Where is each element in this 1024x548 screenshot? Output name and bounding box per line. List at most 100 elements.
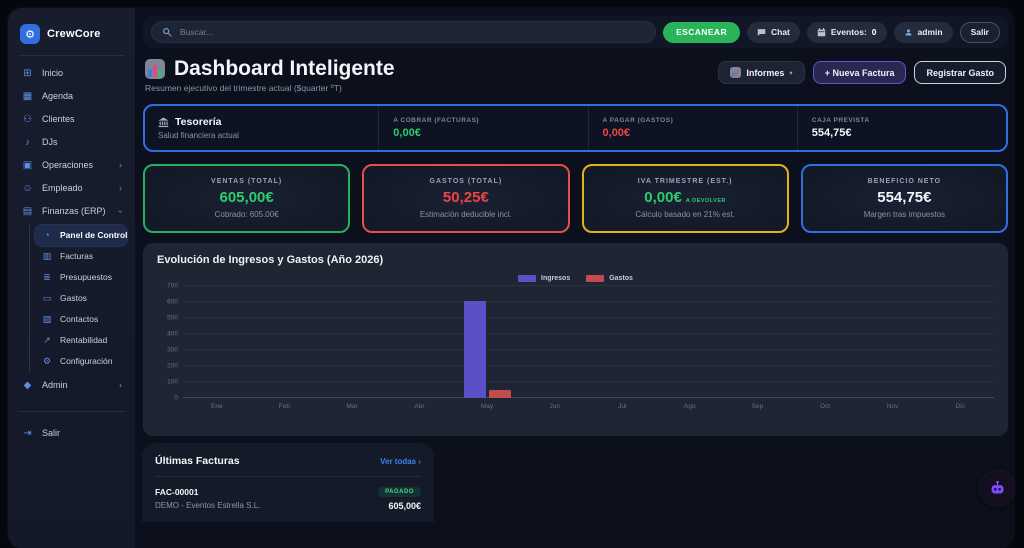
chart-x-axis: EneFebMarAbrMayJunJulAgoSepOctNovDic <box>183 403 994 410</box>
invoice-amount: 605,00€ <box>388 501 421 511</box>
bars-layer <box>183 286 994 398</box>
app-logo[interactable]: ⚙ CrewCore <box>8 18 135 55</box>
bank-icon <box>158 117 169 128</box>
month-slot-feb <box>251 286 319 398</box>
invoice-number: FAC-00001 <box>155 487 198 497</box>
kpi-subtext: Cálculo basado en 21% est. <box>635 210 735 219</box>
treasury-summary: Tesorería Salud financiera actual <box>145 106 378 150</box>
kpi-label: BENEFICIO NETO <box>868 178 941 185</box>
topbar-logout-button[interactable]: Salir <box>960 22 1000 43</box>
gauge-icon: ◔ <box>41 231 53 240</box>
x-tick-label: Ene <box>183 403 251 410</box>
kpi-value-row: 50,25€ <box>443 190 489 205</box>
home-icon: ⊞ <box>21 69 34 79</box>
events-button[interactable]: Eventos: 0 <box>807 22 887 43</box>
chevron-right-icon: › <box>119 161 122 170</box>
user-label: admin <box>918 27 943 37</box>
sidebar-item-label: Salir <box>42 429 60 438</box>
sidebar-item-label: Contactos <box>60 315 98 324</box>
legend-swatch <box>586 275 604 282</box>
invoice-status-badge: PAGADO <box>378 487 421 497</box>
month-slot-mar <box>318 286 386 398</box>
finanzas-submenu: ◔ Panel de Control ▥Facturas≣Presupuestos▭… <box>29 225 127 372</box>
sidebar-item-label: Admin <box>42 381 68 390</box>
sidebar-item-admin[interactable]: ◆Admin› <box>16 374 127 397</box>
kpi-card-iva-trimestre-est: IVA TRIMESTRE (EST.)0,00€A DEVOLVERCálcu… <box>582 164 789 233</box>
music-icon: ♪ <box>21 138 34 148</box>
sidebar-item-agenda[interactable]: ▦Agenda <box>16 85 127 108</box>
sidebar-item-salir[interactable]: ⇥Salir <box>16 422 127 445</box>
sidebar-item-contactos[interactable]: ▧Contactos <box>35 309 127 330</box>
view-all-invoices-link[interactable]: Ver todas › <box>380 457 421 466</box>
sidebar-item-label: Clientes <box>42 115 75 124</box>
legend-label: Gastos <box>609 275 633 282</box>
sidebar-divider <box>18 411 125 412</box>
sidebar-item-operaciones[interactable]: ▣Operaciones› <box>16 154 127 177</box>
kpi-subtext: Cobrado: 605.00€ <box>215 210 279 219</box>
invoice-row[interactable]: FAC-00001 PAGADO DEMO - Eventos Estrella S… <box>155 477 421 511</box>
y-tick-label: 400 <box>167 331 178 338</box>
sidebar-item-djs[interactable]: ♪DJs <box>16 131 127 154</box>
sidebar-item-label: Configuración <box>60 357 112 366</box>
sidebar-item-label: Rentabilidad <box>60 336 107 345</box>
sidebar-item-rentabilidad[interactable]: ↗Rentabilidad <box>35 330 127 351</box>
chat-button[interactable]: Chat <box>747 22 800 43</box>
sidebar-item-gastos[interactable]: ▭Gastos <box>35 288 127 309</box>
sidebar-item-inicio[interactable]: ⊞Inicio <box>16 62 127 85</box>
y-tick-label: 700 <box>167 283 178 290</box>
y-tick-label: 500 <box>167 315 178 322</box>
bar-chart-icon <box>145 59 165 79</box>
x-tick-label: Nov <box>859 403 927 410</box>
kpi-value: 554,75€ <box>877 190 931 205</box>
metric-value: 554,75€ <box>812 128 992 139</box>
bank-icon: ▤ <box>21 207 34 217</box>
search-input[interactable] <box>178 26 645 38</box>
nueva-factura-button[interactable]: + Nueva Factura <box>813 61 907 84</box>
bar-gastos-may[interactable] <box>489 390 511 398</box>
sidebar-item-configuracion[interactable]: ⚙ Configuración <box>35 351 127 372</box>
sidebar-item-finanzas-erp[interactable]: ▤ Finanzas (ERP) › <box>16 200 127 223</box>
invoice-row-bottom: DEMO - Eventos Estrella S.L. 605,00€ <box>155 501 421 511</box>
kpi-label: VENTAS (TOTAL) <box>211 178 282 185</box>
month-slot-abr <box>386 286 454 398</box>
invoices-card: Últimas Facturas Ver todas › FAC-00001PA… <box>143 444 433 521</box>
informes-dropdown-button[interactable]: Informes ▾ <box>718 61 804 84</box>
registrar-gasto-button[interactable]: Registrar Gasto <box>914 61 1006 84</box>
x-tick-label: Ago <box>656 403 724 410</box>
legend-ingresos: Ingresos <box>518 275 570 282</box>
chevron-down-icon: › <box>116 210 125 213</box>
settings-gear-icon: ⚙ <box>41 357 53 366</box>
sidebar-bottom: ⇥Salir <box>8 411 135 459</box>
informes-label: Informes <box>746 68 784 78</box>
sidebar-item-label: Finanzas (ERP) <box>42 207 106 216</box>
legend-label: Ingresos <box>541 275 570 282</box>
month-slot-jul <box>588 286 656 398</box>
sidebar-item-empleado[interactable]: ☺Empleado› <box>16 177 127 200</box>
treasury-subtitle: Salud financiera actual <box>158 131 365 140</box>
sidebar-nav: ⊞Inicio▦Agenda⚇Clientes♪DJs▣Operaciones›… <box>8 56 135 397</box>
sidebar-item-presupuestos[interactable]: ≣Presupuestos <box>35 267 127 288</box>
bar-ingresos-may[interactable] <box>464 301 486 398</box>
events-label: Eventos: <box>831 27 867 37</box>
sidebar-item-label: Panel de Control <box>60 231 128 240</box>
month-slot-nov <box>859 286 927 398</box>
scan-button[interactable]: ESCANEAR <box>663 22 740 43</box>
calendar-icon: ▦ <box>21 92 34 102</box>
x-tick-label: Jun <box>521 403 589 410</box>
topbar: ESCANEAR Chat Eventos: 0 admin Salir <box>143 16 1008 48</box>
chart-title: Evolución de Ingresos y Gastos (Año 2026… <box>157 254 994 266</box>
kpi-card-ventas-total: VENTAS (TOTAL) 605,00€ Cobrado: 605.00€ <box>143 164 350 233</box>
kpi-value-row: 554,75€ <box>877 190 931 205</box>
x-tick-label: Feb <box>251 403 319 410</box>
sidebar-item-clientes[interactable]: ⚇Clientes <box>16 108 127 131</box>
chatbot-fab-button[interactable] <box>980 471 1015 506</box>
x-tick-label: Dic <box>926 403 994 410</box>
y-tick-label: 0 <box>174 395 178 402</box>
kpi-value: 0,00€ <box>644 190 682 205</box>
sidebar-item-panel-de-control[interactable]: ◔ Panel de Control <box>35 225 127 246</box>
user-button[interactable]: admin <box>894 22 953 43</box>
invoice-client: DEMO - Eventos Estrella S.L. <box>155 501 260 511</box>
kpi-value: 605,00€ <box>220 190 274 205</box>
sidebar-item-facturas[interactable]: ▥Facturas <box>35 246 127 267</box>
search-box[interactable] <box>151 21 656 43</box>
